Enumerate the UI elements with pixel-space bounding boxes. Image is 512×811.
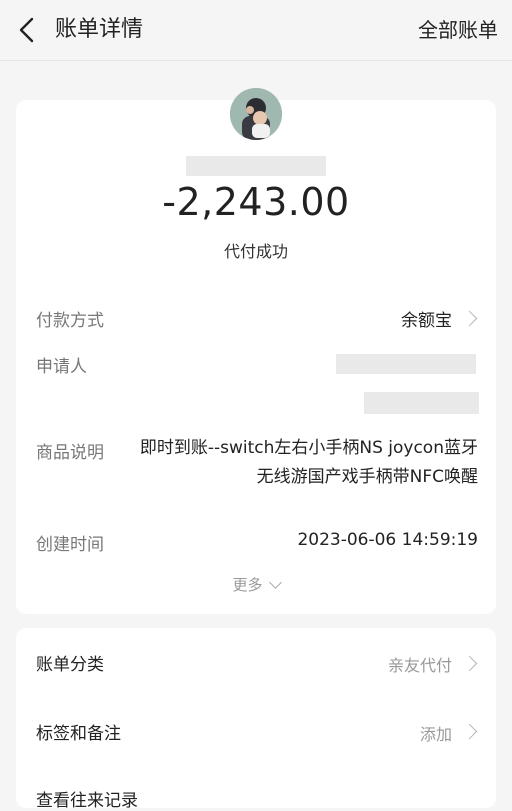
back-button[interactable] [14,14,42,46]
applicant-name-redacted [336,354,476,374]
tags-notes-value[interactable]: 添加 [420,721,452,745]
bill-options-card: 账单分类 亲友代付 标签和备注 添加 查看往来记录 [16,628,496,811]
amount-value: -2,243.00 [162,180,350,224]
tags-notes-label: 标签和备注 [36,724,121,744]
status-text: 代付成功 [223,242,288,261]
all-bills-link[interactable]: 全部账单 [418,14,498,46]
avatar[interactable] [230,88,282,140]
product-description: 即时到账--switch左右小手柄NS joycon蓝牙无线游国产戏手柄带NFC… [139,438,478,487]
created-time-label: 创建时间 [36,535,104,555]
product-label: 商品说明 [36,443,104,463]
avatar-image [230,88,282,140]
payment-method-label: 付款方式 [36,311,104,331]
chevron-right-icon [461,310,478,327]
more-button[interactable]: 更多 [16,574,496,595]
category-value[interactable]: 亲友代付 [388,652,452,676]
applicant-account-redacted [364,392,479,414]
category-label: 账单分类 [36,655,104,675]
payment-method-value[interactable]: 余额宝 [401,306,452,331]
bill-detail-card: -2,243.00 代付成功 付款方式 余额宝 申请人 商品说明 即时到账--s… [16,88,496,614]
chevron-left-icon [19,17,34,43]
history-records-label[interactable]: 查看往来记录 [36,786,138,811]
chevron-right-icon [461,723,478,740]
more-label: 更多 [232,576,263,594]
chevron-right-icon [461,655,478,672]
chevron-down-icon [268,576,282,589]
top-nav-bar: 账单详情 全部账单 [0,0,512,61]
merchant-name-redacted [186,156,326,176]
page-title: 账单详情 [55,17,144,42]
created-time-value: 2023-06-06 14:59:19 [297,530,478,550]
applicant-label: 申请人 [36,357,87,377]
